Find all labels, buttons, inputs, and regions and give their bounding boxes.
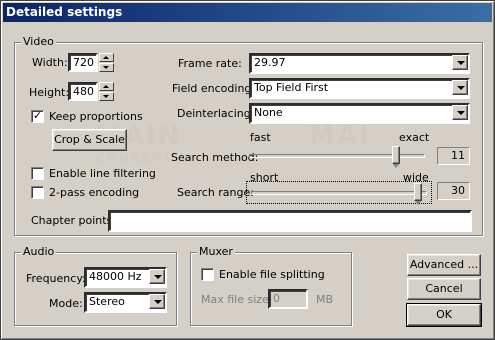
- height-down-arrow-icon[interactable]: [99, 92, 114, 101]
- mode-dropdown-arrow-icon[interactable]: [149, 294, 165, 309]
- field-encoding-label: Field encoding:: [172, 82, 256, 95]
- audio-group: Audio: [14, 245, 177, 326]
- detailed-settings-dialog: Detailed settings MAIN CONCEPT MAI Video…: [0, 0, 495, 340]
- deinterlacing-select[interactable]: None: [249, 103, 470, 124]
- width-input[interactable]: 720: [68, 53, 98, 72]
- width-label: Width:: [32, 56, 68, 69]
- deinterlacing-label: Deinterlacing:: [177, 107, 255, 120]
- max-file-size-input[interactable]: 0: [268, 289, 308, 309]
- keep-proportions-checkbox[interactable]: ✓: [31, 110, 44, 123]
- max-file-size-label: Max file size:: [201, 293, 273, 306]
- crop-scale-button[interactable]: Crop & Scale: [52, 129, 127, 151]
- search-method-value: 11: [437, 147, 470, 165]
- chapter-points-input[interactable]: [108, 210, 472, 232]
- search-range-slider-thumb[interactable]: [414, 183, 422, 205]
- title-bar: Detailed settings: [3, 3, 492, 22]
- field-encoding-select[interactable]: Top Field First: [249, 78, 470, 99]
- frequency-label: Frequency:: [26, 272, 86, 285]
- chapter-points-label: Chapter points:: [31, 214, 116, 227]
- mode-value: Stereo: [89, 295, 125, 308]
- frequency-select[interactable]: 48000 Hz: [84, 267, 167, 288]
- search-range-label: Search range:: [177, 186, 254, 199]
- line-filtering-checkbox[interactable]: [31, 167, 44, 180]
- deinterlacing-value: None: [254, 106, 283, 119]
- file-splitting-checkbox[interactable]: [201, 268, 214, 281]
- file-splitting-label: Enable file splitting: [219, 268, 325, 281]
- muxer-legend: Muxer: [197, 245, 235, 258]
- deinterlacing-dropdown-arrow-icon[interactable]: [452, 105, 468, 120]
- search-method-label: Search method:: [171, 151, 259, 164]
- frequency-dropdown-arrow-icon[interactable]: [149, 269, 165, 284]
- height-input[interactable]: 480: [68, 82, 98, 101]
- field-encoding-dropdown-arrow-icon[interactable]: [452, 80, 468, 95]
- field-encoding-value: Top Field First: [254, 81, 329, 94]
- height-label: Height:: [29, 86, 70, 99]
- search-method-max-label: exact: [399, 131, 430, 144]
- video-legend: Video: [21, 35, 56, 48]
- two-pass-label: 2-pass encoding: [49, 186, 140, 199]
- mode-label: Mode:: [49, 297, 83, 310]
- cancel-button[interactable]: Cancel: [407, 278, 481, 300]
- line-filtering-label: Enable line filtering: [49, 167, 156, 180]
- height-spinner[interactable]: [99, 82, 114, 101]
- search-range-value: 30: [437, 182, 470, 200]
- width-up-arrow-icon[interactable]: [99, 53, 114, 62]
- height-up-arrow-icon[interactable]: [99, 82, 114, 91]
- search-method-min-label: fast: [250, 131, 271, 144]
- frame-rate-label: Frame rate:: [178, 57, 242, 70]
- two-pass-checkbox[interactable]: [31, 186, 44, 199]
- frame-rate-dropdown-arrow-icon[interactable]: [452, 55, 468, 70]
- frame-rate-value: 29.97: [254, 56, 286, 69]
- ok-button[interactable]: OK: [406, 303, 482, 327]
- mode-select[interactable]: Stereo: [84, 292, 167, 313]
- width-down-arrow-icon[interactable]: [99, 63, 114, 72]
- keep-proportions-label: Keep proportions: [49, 110, 143, 123]
- frequency-value: 48000 Hz: [89, 270, 142, 283]
- search-range-track[interactable]: [251, 191, 427, 195]
- frame-rate-select[interactable]: 29.97: [249, 53, 470, 74]
- width-spinner[interactable]: [99, 53, 114, 72]
- audio-legend: Audio: [21, 245, 57, 258]
- search-method-slider-thumb[interactable]: [392, 146, 400, 168]
- advanced-button[interactable]: Advanced ...: [407, 254, 481, 276]
- max-file-size-unit: MB: [316, 293, 334, 306]
